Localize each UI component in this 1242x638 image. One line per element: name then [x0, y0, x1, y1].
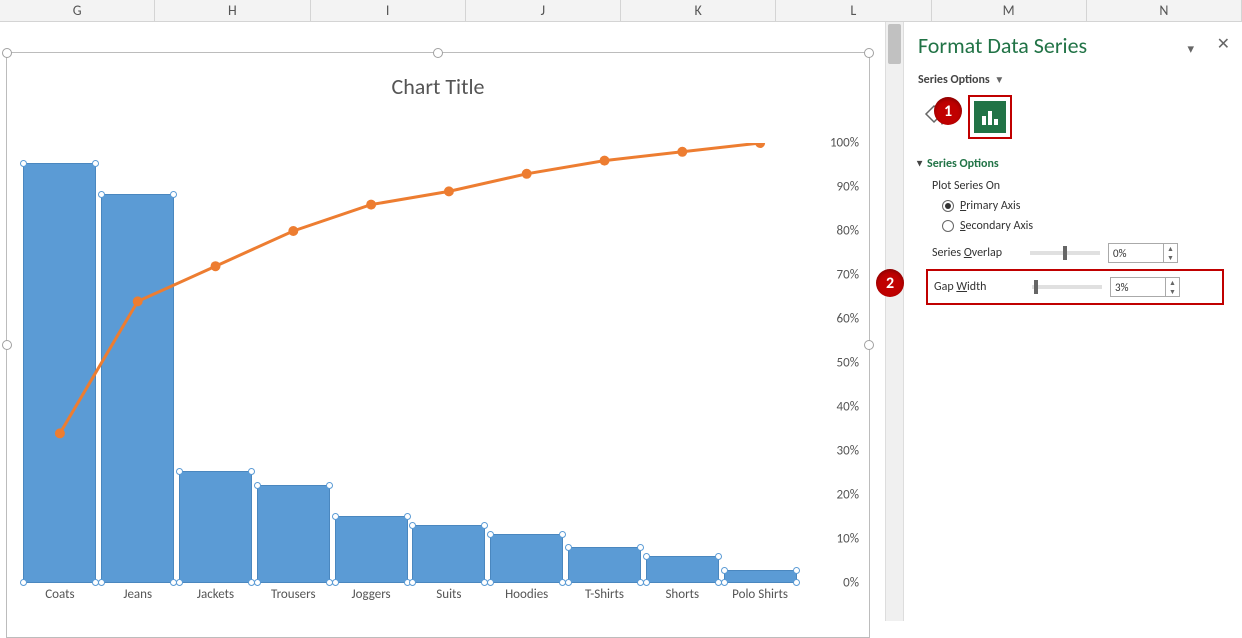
axis-tick-label: 50%	[837, 356, 859, 371]
spinner-up-icon[interactable]: ▲	[1164, 244, 1177, 253]
radio-icon	[942, 220, 954, 232]
axis-tick-label: 10%	[837, 532, 859, 547]
col-header[interactable]: M	[932, 0, 1087, 21]
gap-width-slider[interactable]	[1032, 285, 1102, 289]
chart-resize-handle[interactable]	[2, 48, 12, 58]
category-label: Joggers	[332, 587, 410, 602]
category-label: Coats	[21, 587, 99, 602]
axis-tick-label: 0%	[843, 576, 859, 591]
axis-tick-label: 90%	[837, 180, 859, 195]
chart-resize-handle[interactable]	[864, 340, 874, 350]
axis-tick-label: 70%	[837, 268, 859, 283]
series-overlap-label: Series Overlap	[932, 246, 1022, 260]
chart-object[interactable]: Chart Title 0% 10% 20% 30% 40% 50% 60% 70% 80% 90…	[6, 52, 870, 638]
chart-title[interactable]: Chart Title	[7, 73, 869, 100]
axis-tick-label: 80%	[837, 224, 859, 239]
chart-resize-handle[interactable]	[433, 48, 443, 58]
category-label: Jackets	[177, 587, 255, 602]
pane-title: Format Data Series	[918, 32, 1224, 59]
callout-badge-2: 2	[876, 269, 904, 297]
category-label: Jeans	[99, 587, 177, 602]
secondary-axis-labels: 0%10%20%30%40%50%60%70%80%90%100%	[809, 143, 859, 583]
axis-tick-label: 30%	[837, 444, 859, 459]
series-options-icon-highlight: 1	[968, 95, 1012, 139]
col-header[interactable]: G	[0, 0, 155, 21]
gap-width-input[interactable]: 3% ▲▼	[1110, 277, 1180, 297]
radio-icon	[942, 200, 954, 212]
col-header[interactable]: J	[466, 0, 621, 21]
series-overlap-slider[interactable]	[1030, 251, 1100, 255]
category-label: Shorts	[643, 587, 721, 602]
series-overlap-row: Series Overlap 0% ▲▼	[932, 243, 1224, 263]
category-label: Hoodies	[488, 587, 566, 602]
chart-resize-handle[interactable]	[2, 340, 12, 350]
col-header[interactable]: N	[1087, 0, 1242, 21]
series-options-label: Series Options	[918, 73, 990, 87]
spinner-up-icon[interactable]: ▲	[1166, 278, 1179, 287]
category-axis-labels: CoatsJeansJacketsTrousersJoggersSuitsHoo…	[21, 587, 799, 602]
gap-width-value: 3%	[1111, 281, 1165, 294]
plot-series-on-label: Plot Series On	[932, 179, 1224, 193]
series-options-section-header[interactable]: Series Options	[918, 157, 1224, 171]
scrollbar-thumb[interactable]	[888, 24, 901, 64]
close-icon[interactable]: ✕	[1217, 34, 1230, 54]
col-header[interactable]: I	[311, 0, 466, 21]
callout-badge-1: 1	[934, 97, 962, 125]
gap-width-row: Gap Width 3% ▲▼	[934, 277, 1216, 297]
category-label: T-Shirts	[566, 587, 644, 602]
format-pane: Format Data Series ▾ ✕ Series Options ▼ …	[903, 22, 1242, 621]
cumulative-line[interactable]	[21, 143, 799, 583]
pane-dropdown-icon[interactable]: ▾	[1187, 42, 1194, 57]
axis-tick-label: 40%	[837, 400, 859, 415]
column-header-row: G H I J K L M N	[0, 0, 1242, 22]
secondary-axis-radio[interactable]: Secondary Axis	[942, 219, 1224, 233]
gap-width-label: Gap Width	[934, 280, 1024, 294]
axis-tick-label: 20%	[837, 488, 859, 503]
col-header[interactable]: H	[155, 0, 310, 21]
category-label: Polo Shirts	[721, 587, 799, 602]
gap-width-highlight: 2 Gap Width 3% ▲▼	[926, 269, 1224, 305]
series-overlap-input[interactable]: 0% ▲▼	[1108, 243, 1178, 263]
series-options-dropdown[interactable]: Series Options ▼	[918, 73, 1224, 87]
vertical-scrollbar[interactable]	[885, 22, 903, 621]
series-overlap-value: 0%	[1109, 247, 1163, 260]
category-label: Trousers	[254, 587, 332, 602]
axis-tick-label: 100%	[830, 136, 859, 151]
col-header[interactable]: L	[776, 0, 931, 21]
worksheet-area[interactable]: Chart Title 0% 10% 20% 30% 40% 50% 60% 70% 80% 90…	[0, 22, 885, 621]
primary-axis-radio[interactable]: Primary Axis	[942, 199, 1224, 213]
spinner-down-icon[interactable]: ▼	[1164, 253, 1177, 262]
chevron-down-icon: ▼	[994, 73, 1004, 86]
chart-resize-handle[interactable]	[864, 48, 874, 58]
col-header[interactable]: K	[621, 0, 776, 21]
series-options-icon[interactable]	[974, 101, 1006, 133]
axis-tick-label: 60%	[837, 312, 859, 327]
category-label: Suits	[410, 587, 488, 602]
plot-area[interactable]	[21, 143, 799, 583]
spinner-down-icon[interactable]: ▼	[1166, 287, 1179, 296]
